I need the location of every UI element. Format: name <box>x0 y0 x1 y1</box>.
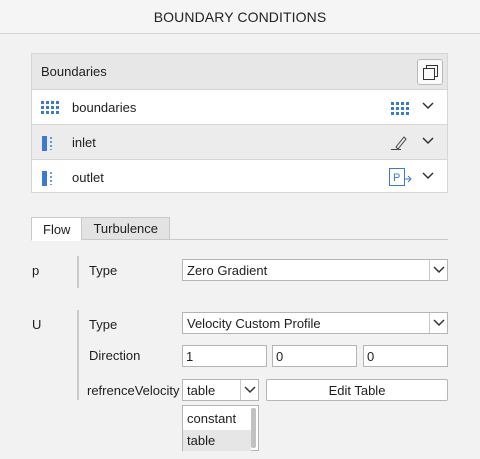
boundaries-panel-title: Boundaries <box>41 64 107 79</box>
field-p-label: p <box>32 263 40 278</box>
p-type-value: Zero Gradient <box>187 262 268 278</box>
edit-table-button[interactable]: Edit Table <box>266 379 448 401</box>
direction-y-input[interactable]: 0 <box>272 345 357 367</box>
boundaries-panel-header: Boundaries <box>32 54 447 90</box>
panel-title: BOUNDARY CONDITIONS <box>153 8 327 25</box>
pencil-icon[interactable] <box>391 134 409 150</box>
boundaries-panel: Boundaries boundaries inlet outlet P <box>31 53 448 193</box>
tab-divider <box>31 239 448 240</box>
chevron-down-icon[interactable] <box>429 260 447 280</box>
direction-z-value: 0 <box>367 348 375 364</box>
boundary-row-outlet[interactable]: outlet P <box>32 160 447 195</box>
boundary-label: inlet <box>72 135 96 150</box>
panel-header: BOUNDARY CONDITIONS <box>0 0 480 34</box>
tab-turbulence[interactable]: Turbulence <box>82 217 171 240</box>
boundary-group-icon <box>41 101 59 114</box>
chevron-down-icon[interactable] <box>429 313 447 333</box>
boundary-row-inlet[interactable]: inlet <box>32 125 447 160</box>
chevron-down-icon[interactable] <box>421 169 435 183</box>
option-label: table <box>187 433 216 448</box>
patch-icon <box>42 171 52 186</box>
patch-icon <box>42 136 52 151</box>
section-divider <box>77 310 79 400</box>
chevron-down-icon[interactable] <box>421 99 435 113</box>
dropdown-scrollbar[interactable] <box>251 408 256 448</box>
edit-table-label: Edit Table <box>328 382 386 398</box>
boundary-row-boundaries[interactable]: boundaries <box>32 90 447 125</box>
boundary-label: boundaries <box>72 100 137 115</box>
p-type-label: Type <box>89 263 118 278</box>
dropdown-option-constant[interactable]: constant <box>183 408 251 429</box>
pressure-outlet-icon[interactable]: P <box>389 168 413 186</box>
chevron-down-icon[interactable] <box>421 134 435 148</box>
field-u-label: U <box>32 317 42 332</box>
tab-turbulence-label: Turbulence <box>93 221 159 236</box>
copy-button[interactable] <box>417 59 443 85</box>
tab-flow[interactable]: Flow <box>31 217 83 241</box>
copy-icon-front <box>423 68 435 80</box>
option-label: constant <box>187 411 237 426</box>
u-type-select[interactable]: Velocity Custom Profile <box>182 312 448 334</box>
direction-x-value: 1 <box>186 348 194 364</box>
p-type-select[interactable]: Zero Gradient <box>182 259 448 281</box>
direction-y-value: 0 <box>276 348 284 364</box>
tab-flow-label: Flow <box>43 221 71 237</box>
tab-bar: Flow Turbulence <box>31 217 171 241</box>
dropdown-option-table[interactable]: table <box>183 430 251 451</box>
direction-z-input[interactable]: 0 <box>363 345 448 367</box>
ref-velocity-value: table <box>187 382 216 398</box>
svg-text:P: P <box>393 172 400 184</box>
ref-velocity-dropdown: constant table <box>182 405 259 451</box>
boundary-group-icon[interactable] <box>391 102 409 115</box>
chevron-down-icon[interactable] <box>240 380 258 400</box>
u-type-label: Type <box>89 317 118 332</box>
ref-velocity-label: refrenceVelocity <box>87 383 180 398</box>
section-divider <box>77 256 79 288</box>
ref-velocity-select[interactable]: table <box>182 379 259 401</box>
direction-x-input[interactable]: 1 <box>182 345 267 367</box>
direction-label: Direction <box>89 348 141 363</box>
boundary-label: outlet <box>72 170 104 185</box>
u-type-value: Velocity Custom Profile <box>187 315 321 331</box>
